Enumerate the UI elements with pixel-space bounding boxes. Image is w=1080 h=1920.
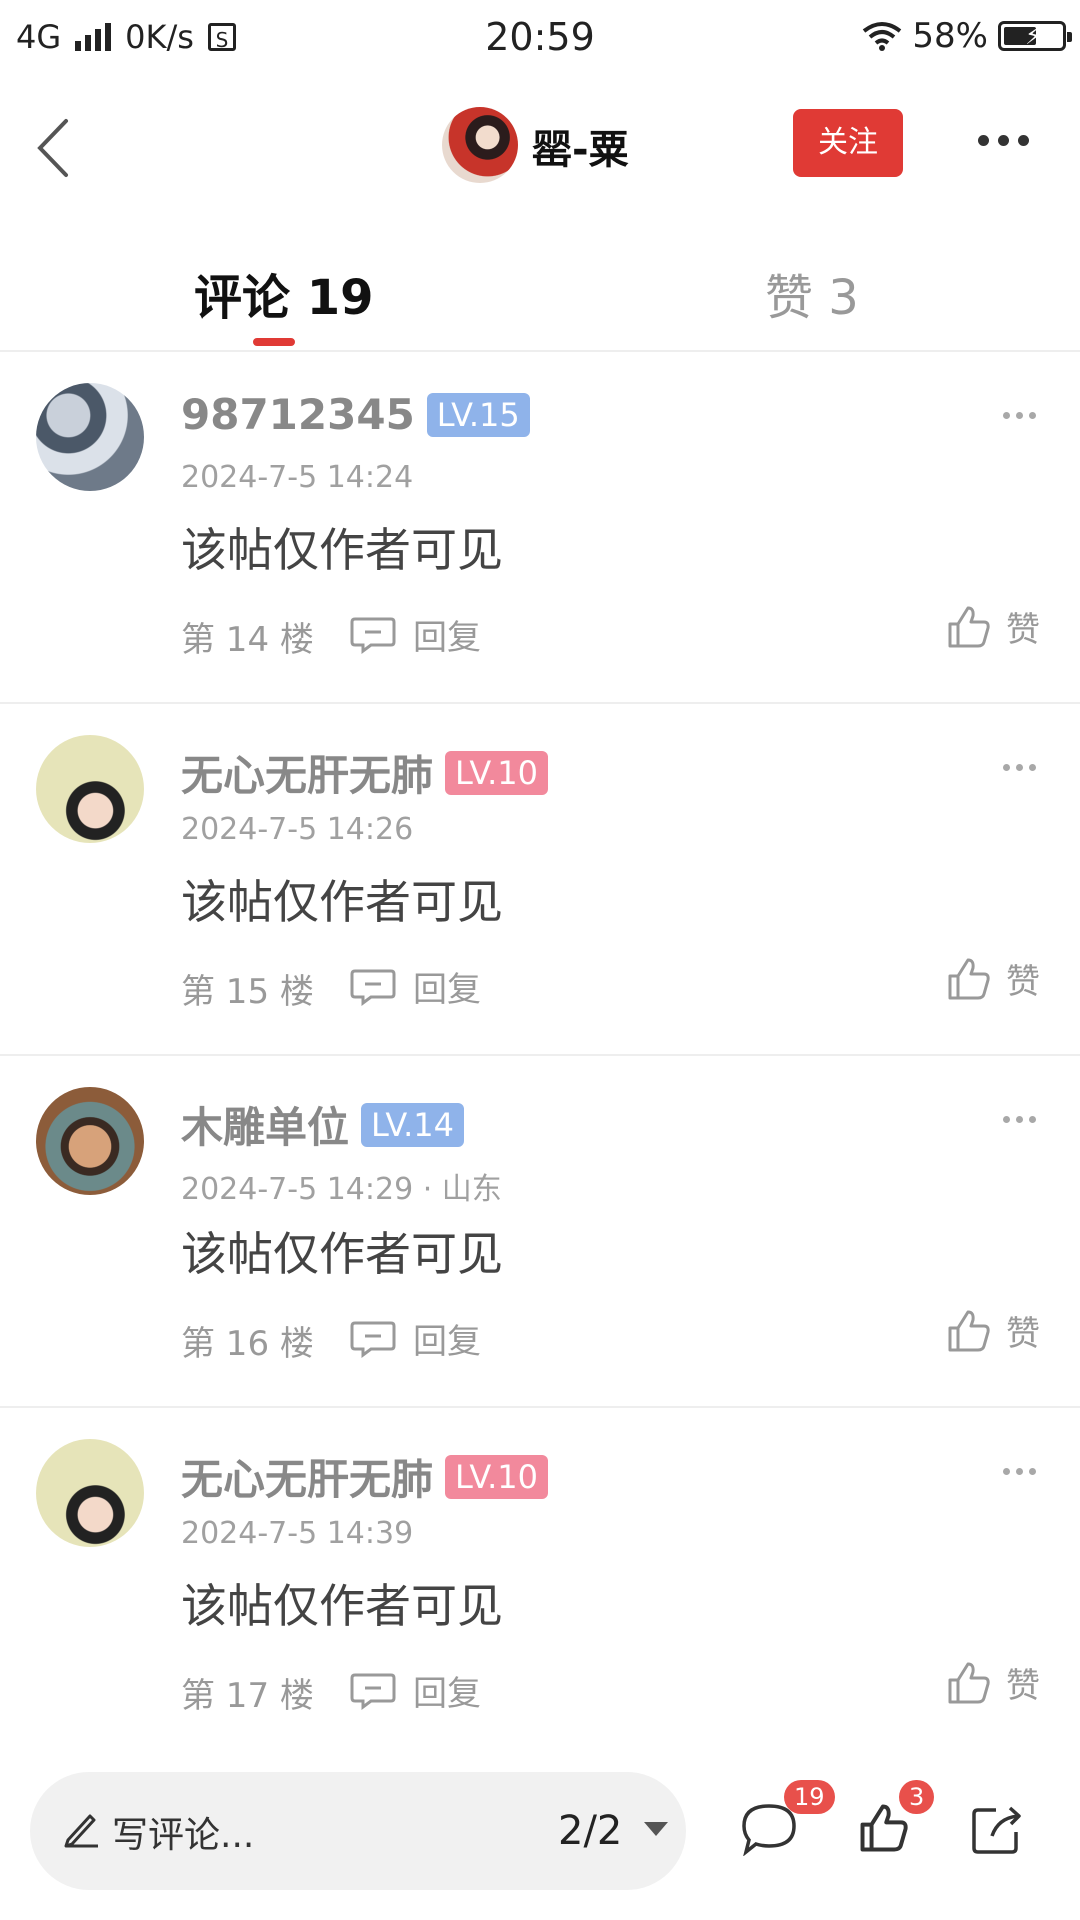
- comment-item: 98712345 LV.15 2024-7-5 14:24 该帖仅作者可见 第 …: [0, 352, 1080, 704]
- comment-time: 2024-7-5 14:39: [181, 1516, 414, 1551]
- reply-icon: [350, 1321, 396, 1358]
- reply-icon: [350, 617, 396, 654]
- like-label: 赞: [1006, 1314, 1040, 1354]
- floor-number: 第 14 楼: [181, 620, 314, 660]
- chevron-down-icon[interactable]: [644, 1822, 668, 1836]
- level-badge: LV.14: [361, 1102, 464, 1147]
- floor-number: 第 16 楼: [181, 1324, 314, 1364]
- header: 罂-粟 关注: [0, 95, 1080, 195]
- like-label: 赞: [1006, 610, 1040, 650]
- comment-text: 该帖仅作者可见: [181, 523, 503, 577]
- tab-bar: 评论 19 赞 3: [0, 240, 1080, 352]
- comment-input[interactable]: 写评论... 2/2: [30, 1772, 686, 1890]
- comment-placeholder: 写评论...: [112, 1815, 255, 1856]
- reply-label: 回复: [413, 1322, 481, 1362]
- comment-text: 该帖仅作者可见: [181, 1227, 503, 1281]
- reply-button[interactable]: 回复: [349, 1666, 481, 1715]
- thumbs-up-icon: [948, 1310, 990, 1351]
- user-avatar[interactable]: [36, 735, 144, 843]
- thumbs-up-icon: [948, 606, 990, 647]
- comment-more-icon[interactable]: [1003, 764, 1036, 771]
- tab-likes[interactable]: 赞 3: [765, 258, 859, 328]
- battery-percent: 58%: [912, 16, 988, 56]
- like-label: 赞: [1006, 962, 1040, 1002]
- battery-icon: ⚡: [998, 21, 1072, 51]
- back-arrow-icon[interactable]: [28, 113, 88, 183]
- comment-username[interactable]: 无心无肝无肺: [181, 742, 433, 803]
- comment-item: 无心无肝无肺 LV.10 2024-7-5 14:26 该帖仅作者可见 第 15…: [0, 704, 1080, 1056]
- like-button[interactable]: 赞: [946, 954, 1040, 1003]
- comment-username[interactable]: 木雕单位: [181, 1094, 349, 1155]
- comment-list: 98712345 LV.15 2024-7-5 14:24 该帖仅作者可见 第 …: [0, 352, 1080, 1760]
- like-button[interactable]: 赞: [946, 1306, 1040, 1355]
- pencil-icon: [64, 1814, 98, 1848]
- comment-username-row: 木雕单位 LV.14: [181, 1094, 464, 1155]
- like-bottom-icon[interactable]: [858, 1802, 910, 1854]
- wifi-icon: [863, 22, 902, 51]
- status-bar: 4G 0K/s S 20:59 58% ⚡: [0, 0, 1080, 75]
- like-button[interactable]: 赞: [946, 602, 1040, 651]
- comment-username-row: 无心无肝无肺 LV.10: [181, 1446, 548, 1507]
- comment-text: 该帖仅作者可见: [181, 875, 503, 929]
- page-indicator[interactable]: 2/2: [558, 1808, 622, 1854]
- like-button[interactable]: 赞: [946, 1658, 1040, 1707]
- level-badge: LV.10: [445, 750, 548, 795]
- share-icon[interactable]: [968, 1802, 1024, 1858]
- comment-username[interactable]: 无心无肝无肺: [181, 1446, 433, 1507]
- floor-number: 第 17 楼: [181, 1676, 314, 1716]
- bottom-bar: 写评论... 2/2 19 3: [0, 1750, 1080, 1920]
- charging-icon: ⚡: [1025, 22, 1042, 50]
- thumbs-up-icon: [948, 1662, 990, 1703]
- follow-button[interactable]: 关注: [793, 109, 903, 177]
- floor-number: 第 15 楼: [181, 972, 314, 1012]
- reply-button[interactable]: 回复: [349, 1314, 481, 1363]
- comment-username-row: 98712345 LV.15: [181, 390, 530, 439]
- tab-comments[interactable]: 评论 19: [194, 258, 374, 328]
- reply-icon: [350, 969, 396, 1006]
- user-avatar[interactable]: [36, 383, 144, 491]
- status-right: 58% ⚡: [862, 16, 1072, 56]
- comment-more-icon[interactable]: [1003, 1468, 1036, 1475]
- author-name[interactable]: 罂-粟: [532, 117, 629, 175]
- reply-button[interactable]: 回复: [349, 962, 481, 1011]
- reply-icon: [350, 1673, 396, 1710]
- reply-label: 回复: [413, 618, 481, 658]
- author-avatar[interactable]: [442, 107, 518, 183]
- user-avatar[interactable]: [36, 1439, 144, 1547]
- comment-time: 2024-7-5 14:29 · 山东: [181, 1172, 502, 1207]
- reply-label: 回复: [413, 1674, 481, 1714]
- comment-time: 2024-7-5 14:26: [181, 812, 414, 847]
- comment-more-icon[interactable]: [1003, 412, 1036, 419]
- reply-button[interactable]: 回复: [349, 610, 481, 659]
- comment-item: 木雕单位 LV.14 2024-7-5 14:29 · 山东 该帖仅作者可见 第…: [0, 1056, 1080, 1408]
- comment-more-icon[interactable]: [1003, 1116, 1036, 1123]
- thumbs-up-icon: [948, 958, 990, 999]
- active-tab-indicator: [253, 338, 295, 346]
- like-label: 赞: [1006, 1666, 1040, 1706]
- comment-text: 该帖仅作者可见: [181, 1579, 503, 1633]
- user-avatar[interactable]: [36, 1087, 144, 1195]
- like-count-badge: 3: [899, 1780, 935, 1814]
- more-options-icon[interactable]: [978, 135, 1029, 146]
- comment-item: 无心无肝无肺 LV.10 2024-7-5 14:39 该帖仅作者可见 第 17…: [0, 1408, 1080, 1760]
- comment-username[interactable]: 98712345: [181, 390, 415, 439]
- level-badge: LV.15: [426, 392, 530, 437]
- comment-count-badge: 19: [784, 1780, 835, 1814]
- level-badge: LV.10: [445, 1454, 548, 1499]
- reply-label: 回复: [413, 970, 481, 1010]
- comment-username-row: 无心无肝无肺 LV.10: [181, 742, 548, 803]
- comment-time: 2024-7-5 14:24: [181, 460, 414, 495]
